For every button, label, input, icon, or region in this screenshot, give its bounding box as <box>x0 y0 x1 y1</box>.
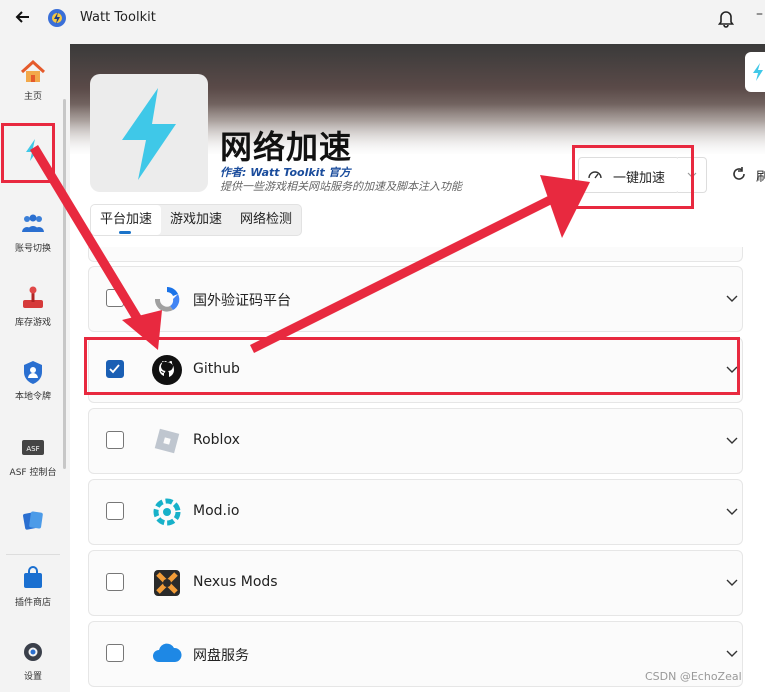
sidebar-item-cards[interactable] <box>0 506 66 537</box>
title-bar: Watt Toolkit – <box>0 0 765 38</box>
refresh-icon[interactable] <box>730 165 748 183</box>
recaptcha-icon <box>154 286 180 312</box>
sidebar-item-plugin-store[interactable]: 插件商店 <box>0 564 66 608</box>
chevron-down-icon[interactable] <box>725 433 739 447</box>
page-title: 网络加速 <box>220 128 353 166</box>
sidebar-scrollbar[interactable] <box>63 99 66 469</box>
tab-game-accel[interactable]: 游戏加速 <box>161 205 231 235</box>
bell-icon <box>717 11 735 28</box>
service-row-roblox[interactable]: Roblox <box>88 408 743 474</box>
refresh-label[interactable]: 刷 <box>756 166 765 185</box>
roblox-icon <box>154 428 180 454</box>
sidebar-item-game-library[interactable]: 库存游戏 <box>0 284 66 328</box>
sidebar-item-settings[interactable]: 设置 <box>0 638 66 682</box>
back-button[interactable] <box>12 8 34 30</box>
service-row-nexus-mods[interactable]: Nexus Mods <box>88 550 743 616</box>
watermark: CSDN @EchoZeal <box>645 670 742 683</box>
service-checkbox[interactable] <box>106 289 124 307</box>
sidebar-item-home[interactable]: 主页 <box>0 58 66 102</box>
users-icon <box>22 214 44 232</box>
tab-bar: 平台加速 游戏加速 网络检测 <box>90 204 303 236</box>
lightning-icon <box>753 63 763 81</box>
service-checkbox[interactable] <box>106 644 124 662</box>
tab-network-test[interactable]: 网络检测 <box>231 205 301 235</box>
sidebar-divider <box>6 554 60 555</box>
gear-icon <box>24 643 42 661</box>
app-title: Watt Toolkit <box>80 10 156 25</box>
chevron-down-icon[interactable] <box>725 504 739 518</box>
annotation-box-sidebar <box>1 123 55 183</box>
lightning-icon <box>122 88 176 180</box>
service-row-modio[interactable]: Mod.io <box>88 479 743 545</box>
home-icon <box>20 59 46 82</box>
nexus-mods-icon <box>154 570 180 596</box>
shield-user-icon <box>24 361 42 384</box>
joystick-icon <box>23 286 43 308</box>
plugin-icon-tile <box>90 74 208 192</box>
sidebar-item-account-switch[interactable]: 账号切换 <box>0 210 66 254</box>
cards-icon <box>23 511 43 530</box>
list-item <box>88 247 743 262</box>
shopping-bag-icon <box>24 566 42 588</box>
service-row-captcha[interactable]: 国外验证码平台 <box>88 266 743 332</box>
banner-tile <box>745 52 765 92</box>
plugin-description: 提供一些游戏相关网站服务的加速及脚本注入功能 <box>220 180 462 193</box>
tab-platform-accel[interactable]: 平台加速 <box>91 205 162 235</box>
cloud-drive-icon <box>153 643 182 662</box>
modio-icon <box>153 498 181 526</box>
sidebar-item-local-token[interactable]: 本地令牌 <box>0 358 66 402</box>
annotation-box-accelerate <box>572 145 694 209</box>
sidebar-item-asf-console[interactable]: ASF ASF 控制台 <box>0 434 66 478</box>
asf-icon: ASF <box>22 440 44 455</box>
annotation-box-github <box>84 337 740 395</box>
service-checkbox[interactable] <box>106 502 124 520</box>
service-checkbox[interactable] <box>106 431 124 449</box>
service-checkbox[interactable] <box>106 573 124 591</box>
window-control[interactable]: – <box>756 6 763 22</box>
chevron-down-icon[interactable] <box>725 646 739 660</box>
notification-button[interactable] <box>716 8 738 30</box>
app-logo-icon <box>48 9 66 27</box>
chevron-down-icon[interactable] <box>725 291 739 305</box>
chevron-down-icon[interactable] <box>725 575 739 589</box>
svg-text:ASF: ASF <box>26 445 39 453</box>
arrow-left-icon <box>15 11 29 23</box>
